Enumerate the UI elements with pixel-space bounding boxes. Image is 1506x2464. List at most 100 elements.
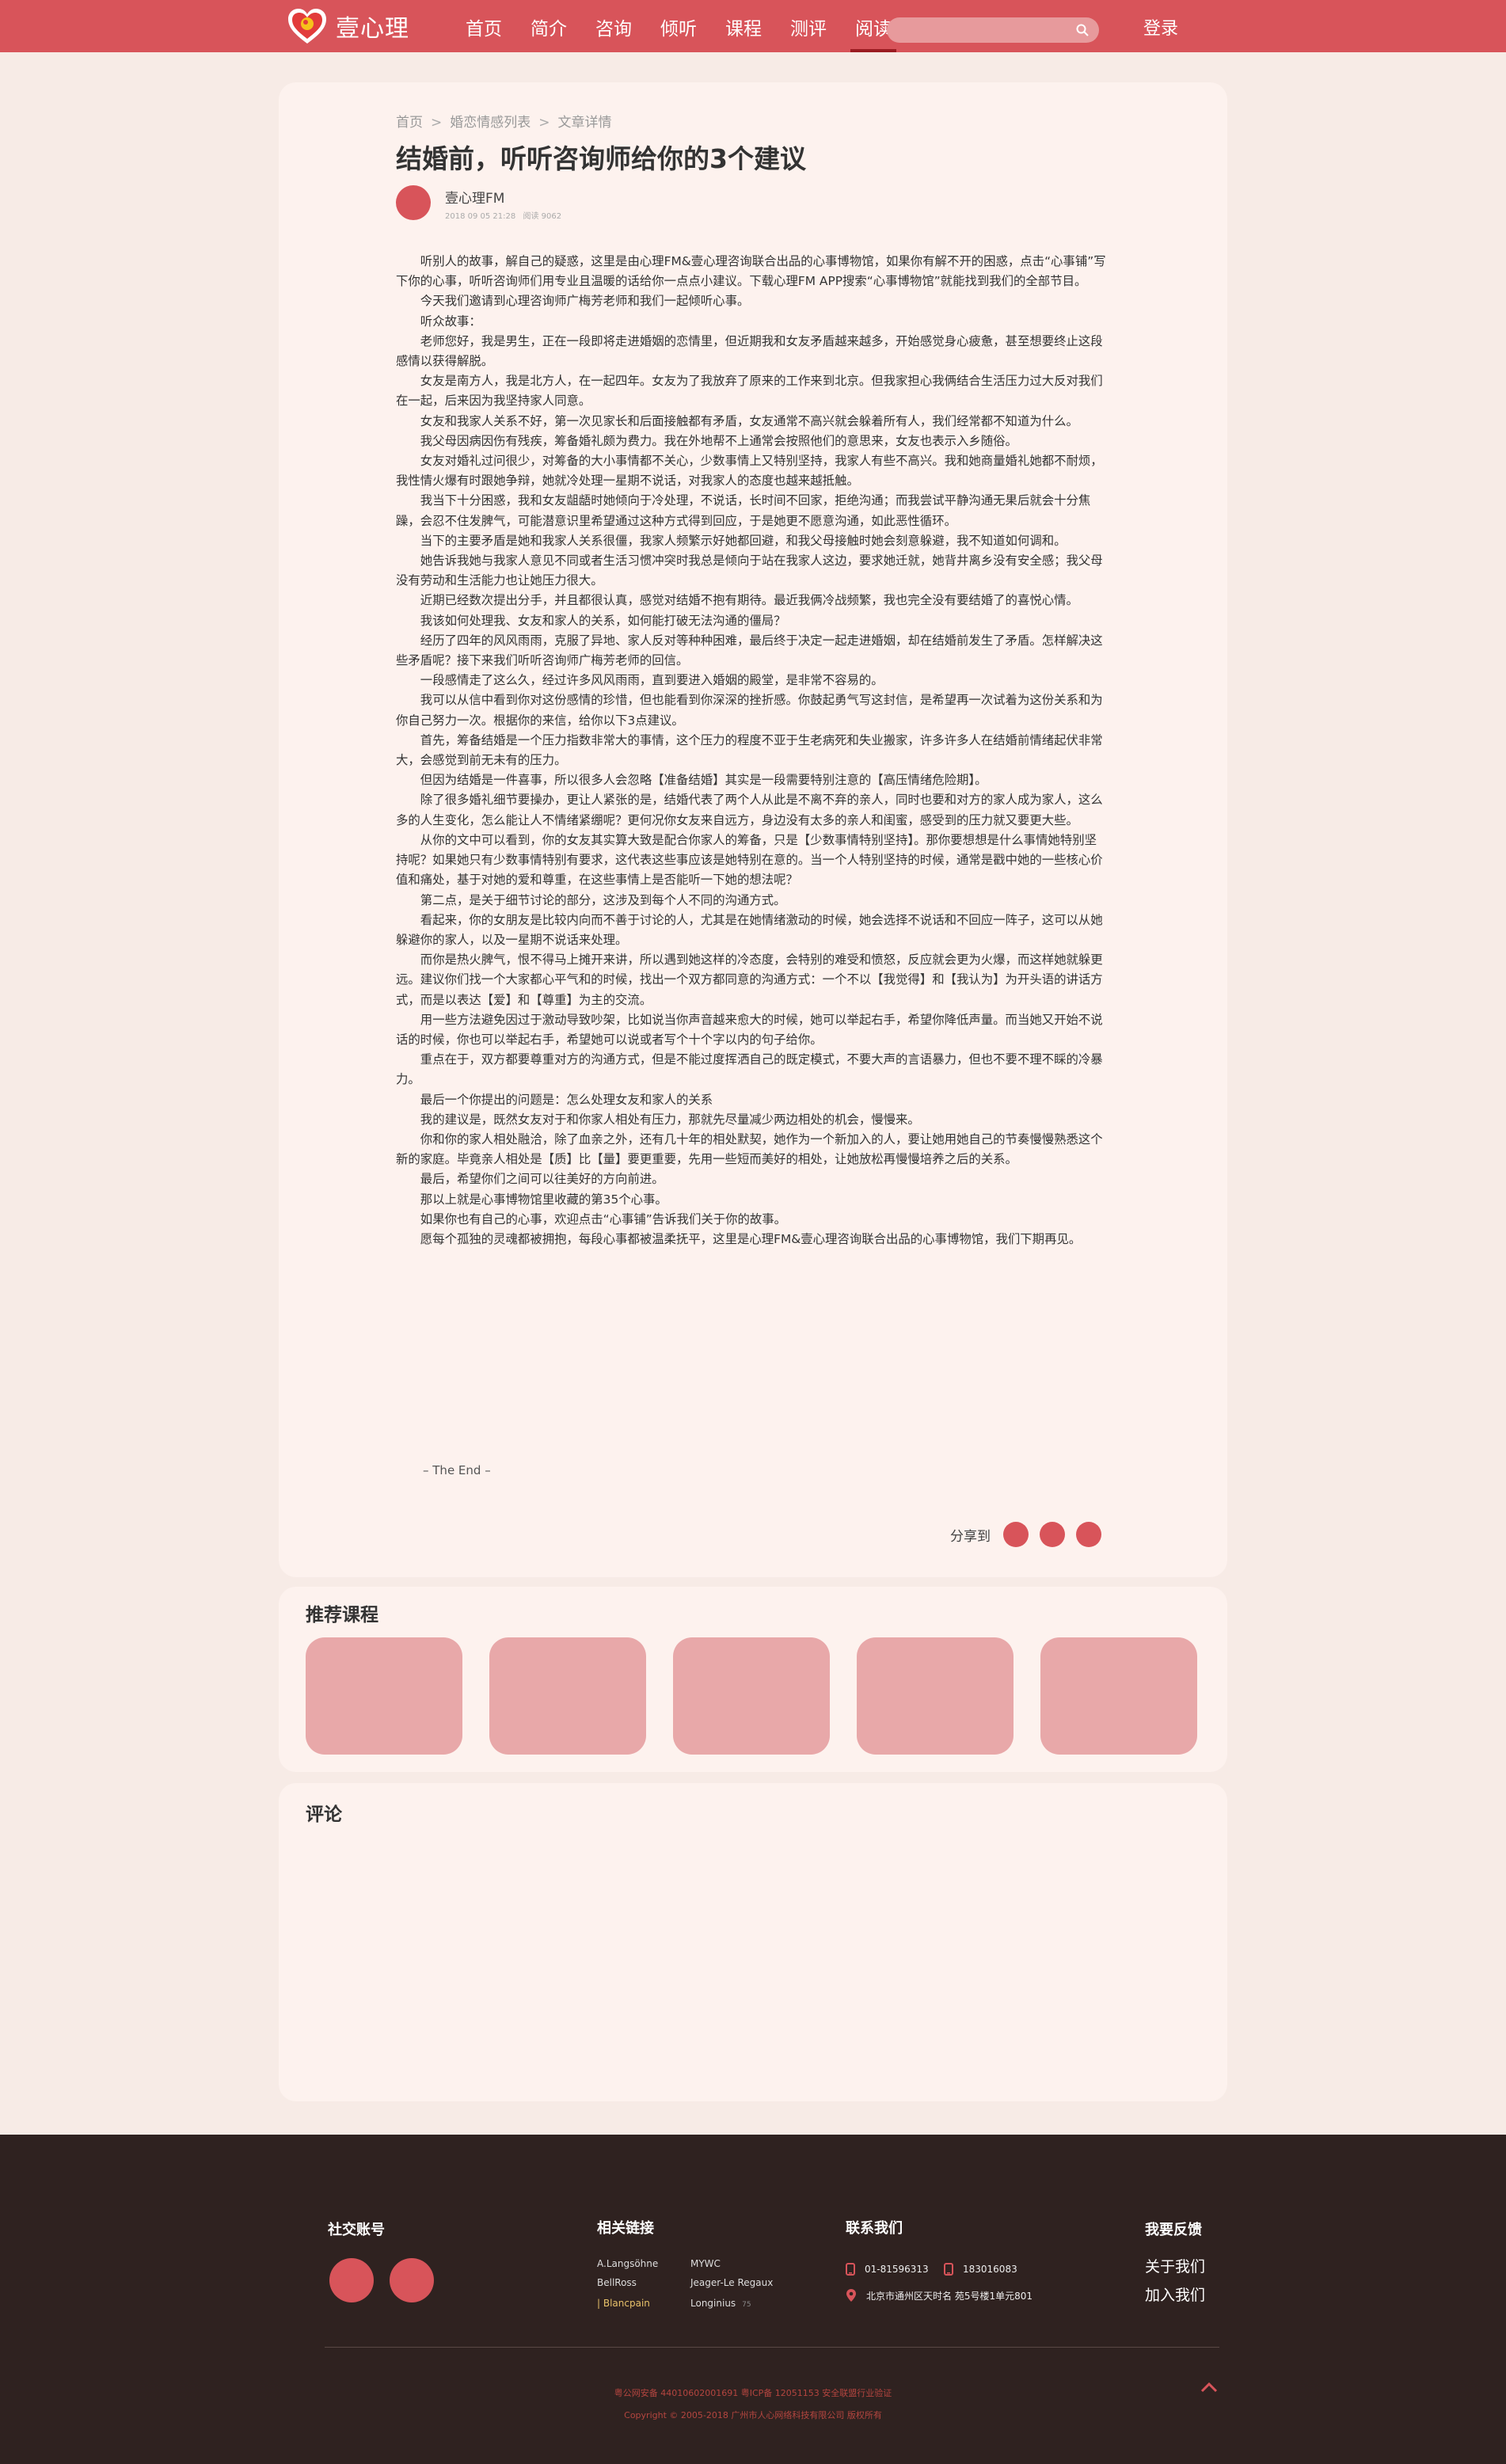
article-paragraph: 那以上就是心事博物馆里收藏的第35个心事。 xyxy=(420,1192,667,1207)
article-paragraph: 而你是热火脾气，恨不得马上摊开来讲，所以遇到她这样的冷态度，会特别的难受和愤怒，… xyxy=(396,953,1103,1007)
article-paragraph: 听别人的故事，解自己的疑惑，这里是由心理FM&壹心理咨询联合出品的心事博物馆，如… xyxy=(396,254,1106,289)
article-paragraph: 最后一个你提出的问题是：怎么处理女友和家人的关系 xyxy=(420,1092,713,1107)
article-paragraph: 首先，筹备结婚是一个压力指数非常大的事情，这个压力的程度不亚于生老病死和失业搬家… xyxy=(396,732,1103,768)
article-paragraph: 第二点，是关于细节讨论的部分，这涉及到每个人不同的沟通方式。 xyxy=(420,892,786,907)
footer-link[interactable]: Jeager-Le Regaux xyxy=(690,2277,773,2288)
share-wechat-button[interactable] xyxy=(1003,1522,1029,1547)
search-input[interactable] xyxy=(898,21,1075,41)
nav-intro[interactable]: 简介 xyxy=(523,0,575,52)
course-card[interactable] xyxy=(306,1637,462,1755)
social-title: 社交账号 xyxy=(328,2222,385,2238)
article-paragraph: 我当下十分困惑，我和女友龃龉时她倾向于冷处理，不说话，长时间不回家，拒绝沟通；而… xyxy=(396,493,1091,528)
recommended-courses: 推荐课程 xyxy=(279,1587,1227,1772)
article-paragraph: 最后，希望你们之间可以往美好的方向前进。 xyxy=(420,1172,664,1187)
breadcrumb-home[interactable]: 首页 xyxy=(396,115,423,131)
footer-link[interactable]: A.Langsöhne xyxy=(597,2258,658,2269)
search-box xyxy=(887,17,1099,43)
comments-title: 评论 xyxy=(306,1804,342,1825)
site-logo[interactable]: 壹心理 xyxy=(287,6,409,47)
article-paragraph: 听众故事： xyxy=(420,314,481,329)
icp-record: 粤公网安备 44010602001691 粤ICP备 12051153 安全联盟… xyxy=(614,2388,892,2398)
nav-home[interactable]: 首页 xyxy=(458,0,510,52)
course-card[interactable] xyxy=(857,1637,1014,1755)
contact-phone-2: 183016083 xyxy=(944,2263,1017,2276)
article-paragraph: 今天我们邀请到心理咨询师广梅芳老师和我们一起倾听心事。 xyxy=(420,294,750,309)
links-title: 相关链接 xyxy=(597,2220,654,2237)
article-paragraph: 你和你的家人相处融洽，除了血亲之外，还有几十年的相处默契，她作为一个新加入的人，… xyxy=(396,1131,1103,1167)
share-weibo-button[interactable] xyxy=(1040,1522,1065,1547)
feedback-title[interactable]: 我要反馈 xyxy=(1145,2219,1202,2239)
article-body: 听别人的故事，解自己的疑惑，这里是由心理FM&壹心理咨询联合出品的心事博物馆，如… xyxy=(396,252,1109,1249)
article-paragraph: 近期已经数次提出分手，并且都很认真，感觉对结婚不抱有期待。最近我俩冷战频繁，我也… xyxy=(420,593,1078,608)
article-title: 结婚前，听听咨询师给你的3个建议 xyxy=(396,143,806,174)
footer-link-label: Blancpain xyxy=(603,2298,650,2309)
nav-listen[interactable]: 倾听 xyxy=(652,0,705,52)
share-label: 分享到 xyxy=(950,1528,991,1545)
article-paragraph: 从你的文中可以看到，你的女友其实算大致是配合你家人的筹备，只是【少数事情特别坚持… xyxy=(396,832,1103,888)
author-avatar[interactable] xyxy=(396,185,431,220)
heart-logo-icon xyxy=(288,9,326,44)
article-paragraph: 我可以从信中看到你对这份感情的珍惜，但也能看到你深深的挫折感。你鼓起勇气写这封信… xyxy=(396,693,1103,728)
article-paragraph: 我该如何处理我、女友和家人的关系，如何能打破无法沟通的僵局？ xyxy=(420,613,786,628)
social-weibo-icon[interactable] xyxy=(329,2258,374,2302)
about-us-link[interactable]: 关于我们 xyxy=(1145,2255,1205,2276)
search-icon[interactable] xyxy=(1075,23,1090,37)
publish-date: 2018 09 05 21:28 xyxy=(445,212,516,221)
read-count: 阅读 9062 xyxy=(523,212,562,221)
article-meta: 2018 09 05 21:28 阅读 9062 xyxy=(445,209,566,221)
footer-link[interactable]: BellRoss xyxy=(597,2277,637,2288)
copyright: Copyright © 2005-2018 广州市人心网络科技有限公司 版权所有 xyxy=(624,2410,882,2420)
share-bar: 分享到 xyxy=(950,1522,1112,1547)
nav-tests[interactable]: 测评 xyxy=(782,0,835,52)
footer-link[interactable]: Longinius 75 xyxy=(690,2298,751,2309)
article-paragraph: 但因为结婚是一件喜事，所以很多人会忽略【准备结婚】其实是一段需要特别注意的【高压… xyxy=(420,773,987,788)
article-paragraph: 经历了四年的风风雨雨，克服了异地、家人反对等种种困难，最后终于决定一起走进婚姻，… xyxy=(396,633,1103,668)
breadcrumb-list[interactable]: 婚恋情感列表 xyxy=(450,115,531,131)
article-paragraph: 如果你也有自己的心事，欢迎点击“心事铺”告诉我们关于你的故事。 xyxy=(420,1211,787,1226)
article-paragraph: 女友和我家人关系不好，第一次见家长和后面接触都有矛盾，女友通常不高兴就会躲着所有… xyxy=(420,413,1078,428)
login-link[interactable]: 登录 xyxy=(1143,0,1178,52)
the-end-mark: – The End – xyxy=(423,1463,491,1477)
article-paragraph: 愿每个孤独的灵魂都被拥抱，每段心事都被温柔抚平，这里是心理FM&壹心理咨询联合出… xyxy=(420,1231,1082,1246)
article-paragraph: 她告诉我她与我家人意见不同或者生活习惯冲突时我总是倾向于站在我家人这边，要求她迁… xyxy=(396,553,1103,588)
comments-section: 评论 xyxy=(279,1783,1227,2101)
article-paragraph: 看起来，你的女朋友是比较内向而不善于讨论的人，尤其是在她情绪激动的时候，她会选择… xyxy=(396,912,1103,947)
footer-divider xyxy=(325,2347,1219,2348)
contact-title: 联系我们 xyxy=(846,2220,903,2237)
article-paragraph: 我的建议是，既然女友对于和你家人相处有压力，那就先尽量减少两边相处的机会，慢慢来… xyxy=(420,1112,920,1127)
article-paragraph: 女友是南方人，我是北方人，在一起四年。女友为了我放弃了原来的工作来到北京。但我家… xyxy=(396,374,1103,409)
mobile-icon xyxy=(944,2263,953,2276)
article-paragraph: 重点在于，双方都要尊重对方的沟通方式，但是不能过度挥洒自己的既定模式，不要大声的… xyxy=(396,1052,1103,1087)
article-panel: 首页 > 婚恋情感列表 > 文章详情 结婚前，听听咨询师给你的3个建议 壹心理FM 20… xyxy=(279,82,1227,1577)
join-us-link[interactable]: 加入我们 xyxy=(1145,2283,1205,2305)
main-nav: 首页 简介 咨询 倾听 课程 测评 阅读 xyxy=(458,0,912,52)
nav-consult[interactable]: 咨询 xyxy=(588,0,640,52)
article-paragraph: 用一些方法避免因过于激动导致吵架，比如说当你声音越来愈大的时候，她可以举起右手，… xyxy=(396,1012,1103,1047)
address-text: 北京市通州区天时名 苑5号楼1单元801 xyxy=(866,2290,1033,2302)
contact-address: 北京市通州区天时名 苑5号楼1单元801 xyxy=(846,2288,1033,2302)
article-paragraph: 一段感情走了这么久，经过许多风风雨雨，直到要进入婚姻的殿堂，是非常不容易的。 xyxy=(420,673,884,688)
breadcrumb-current: 文章详情 xyxy=(557,115,612,131)
breadcrumb: 首页 > 婚恋情感列表 > 文章详情 xyxy=(396,111,612,131)
phone-number: 01-81596313 xyxy=(865,2264,929,2275)
footer-link-highlighted[interactable]: | Blancpain xyxy=(597,2298,650,2309)
course-card[interactable] xyxy=(1040,1637,1197,1755)
location-pin-icon xyxy=(846,2289,856,2302)
author-name[interactable]: 壹心理FM xyxy=(445,187,504,207)
article-paragraph: 我父母因病因伤有残疾，筹备婚礼颇为费力。我在外地帮不上通常会按照他们的意思来，女… xyxy=(420,433,1017,448)
chevron-right-icon: > xyxy=(538,115,550,131)
chevron-right-icon: > xyxy=(431,115,443,131)
social-wechat-icon[interactable] xyxy=(390,2258,434,2302)
logo-text: 壹心理 xyxy=(336,15,409,43)
course-card[interactable] xyxy=(673,1637,830,1755)
footer-link-label: Longinius xyxy=(690,2298,736,2309)
course-card[interactable] xyxy=(489,1637,646,1755)
courses-title: 推荐课程 xyxy=(306,1605,378,1626)
footer-link[interactable]: MYWC xyxy=(690,2258,721,2269)
phone-number: 183016083 xyxy=(963,2264,1017,2275)
nav-courses[interactable]: 课程 xyxy=(717,0,770,52)
pipe-icon: | xyxy=(597,2298,603,2309)
footer-link-count: 75 xyxy=(742,2301,751,2309)
article-paragraph: 除了很多婚礼细节要操办，更让人紧张的是，结婚代表了两个人从此是不离不弃的亲人，同… xyxy=(396,793,1103,827)
share-qq-button[interactable] xyxy=(1076,1522,1101,1547)
